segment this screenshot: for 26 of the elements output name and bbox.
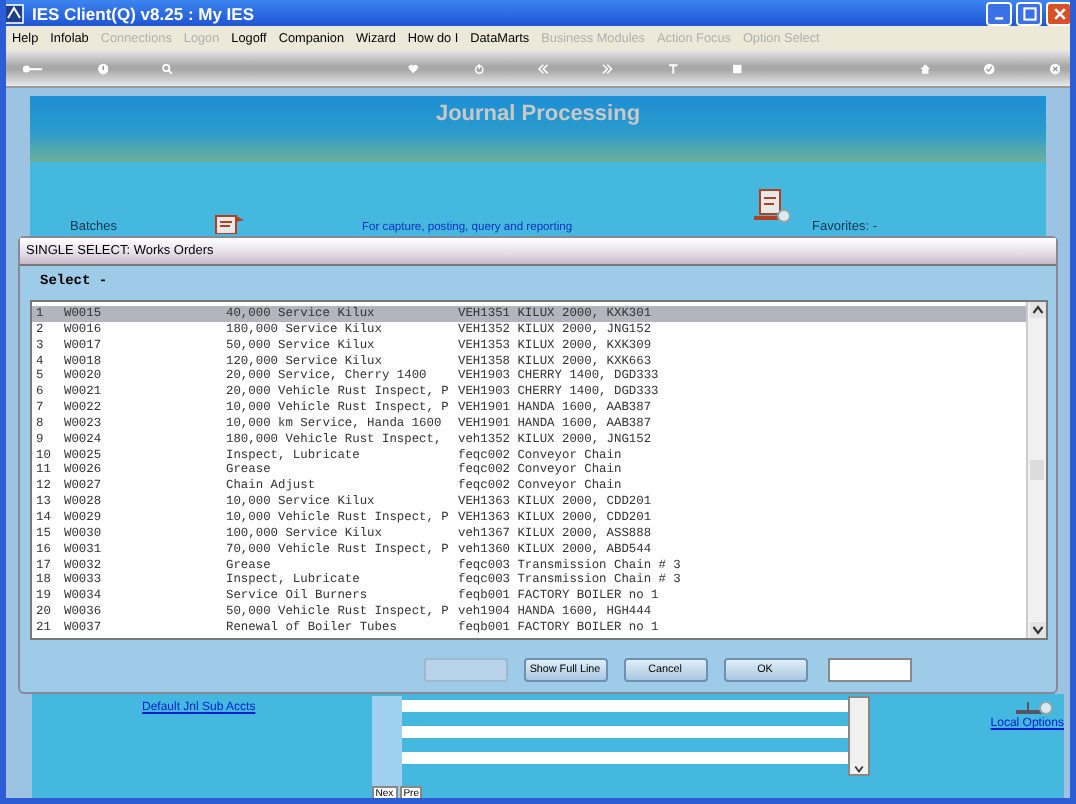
close-icon[interactable] xyxy=(1049,59,1060,77)
document-icon[interactable] xyxy=(214,214,246,234)
minimize-button[interactable] xyxy=(986,1,1012,25)
document-gear-icon[interactable] xyxy=(752,186,792,226)
scrollbar[interactable] xyxy=(848,696,871,776)
home-icon[interactable] xyxy=(920,59,931,77)
window-title: IES Client(Q) v8.25 : My IES xyxy=(32,3,257,23)
heart-icon[interactable] xyxy=(408,59,420,77)
app-icon xyxy=(6,3,24,23)
close-button[interactable] xyxy=(1046,1,1070,25)
scrollbar[interactable] xyxy=(1026,302,1046,638)
fast-forward-icon[interactable] xyxy=(602,59,614,77)
scrollbar-thumb[interactable] xyxy=(1030,460,1044,480)
rewind-icon[interactable] xyxy=(537,59,549,77)
close-icon xyxy=(1051,5,1067,21)
maximize-icon xyxy=(1021,5,1037,21)
page-title: Journal Processing xyxy=(435,102,641,130)
search-icon[interactable] xyxy=(161,59,173,77)
stop-icon[interactable] xyxy=(731,59,743,77)
check-icon[interactable] xyxy=(984,59,996,77)
power-icon[interactable] xyxy=(473,59,484,77)
help-icon[interactable] xyxy=(97,59,108,77)
tool-icon[interactable] xyxy=(1014,698,1054,718)
input-field[interactable] xyxy=(827,658,911,682)
text-icon[interactable] xyxy=(667,59,678,77)
maximize-button[interactable] xyxy=(1016,1,1042,25)
